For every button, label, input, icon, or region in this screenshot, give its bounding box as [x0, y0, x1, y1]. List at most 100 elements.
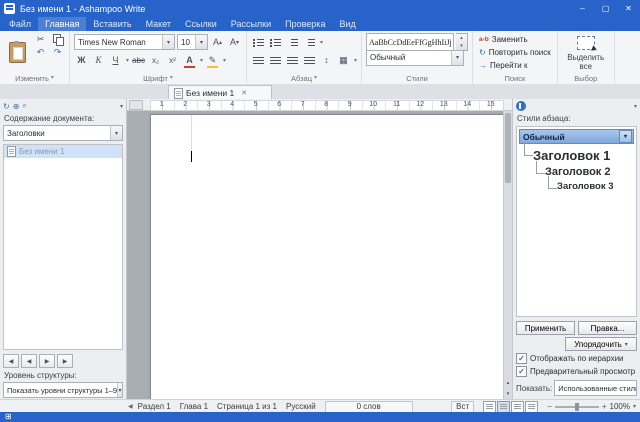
decrease-indent-button[interactable]	[285, 35, 300, 50]
last-heading-button[interactable]: ▶	[57, 354, 73, 368]
strikethrough-button[interactable]: abc	[131, 53, 146, 68]
vertical-scrollbar[interactable]	[503, 111, 512, 377]
font-size-select[interactable]: 10 ▾	[177, 34, 208, 50]
checkbox-box[interactable]: ✓	[516, 366, 527, 377]
grow-font-button[interactable]: А▴	[210, 35, 225, 50]
page[interactable]	[150, 114, 504, 399]
apply-style-button[interactable]: Применить	[516, 321, 575, 335]
chevron-down-icon[interactable]: ▾	[162, 35, 174, 49]
shrink-font-button[interactable]: А▾	[227, 35, 242, 50]
scroll-left-icon[interactable]: ◀	[128, 403, 133, 410]
zoom-out-icon[interactable]: −	[547, 402, 552, 411]
font-color-button[interactable]: А	[182, 53, 197, 68]
start-button[interactable]: ⊞	[0, 412, 17, 422]
highlight-options-icon[interactable]: ▾	[223, 57, 226, 64]
view-fullscreen-button[interactable]	[525, 401, 538, 413]
current-style-select[interactable]: Обычный ▾	[366, 50, 464, 66]
italic-button[interactable]: К	[91, 53, 106, 68]
next-heading-button[interactable]: ▶	[39, 354, 55, 368]
view-print-layout-button[interactable]	[497, 401, 510, 413]
list-options-icon[interactable]: ▾	[320, 39, 323, 46]
repeat-search-button[interactable]: ↻ Повторить поиск	[477, 46, 553, 59]
borders-options-icon[interactable]: ▾	[354, 57, 357, 64]
tab-close-icon[interactable]: ✕	[241, 89, 247, 97]
zoom-level[interactable]: 100%	[610, 402, 630, 411]
bold-button[interactable]: Ж	[74, 53, 89, 68]
style-item-heading2[interactable]: Заголовок 2	[545, 166, 634, 178]
status-chapter[interactable]: Глава 1	[180, 402, 208, 411]
styles-panel-icon[interactable]	[516, 101, 526, 111]
status-page[interactable]: Страница 1 из 1	[217, 402, 277, 411]
tab-mailings[interactable]: Рассылки	[224, 17, 278, 31]
document-tab[interactable]: Без имени 1 ✕	[168, 85, 272, 100]
chevron-down-icon[interactable]: ▾	[451, 51, 463, 65]
outline-level-select[interactable]: Показать уровни структуры 1–9 ▾	[3, 382, 123, 398]
align-left-button[interactable]	[251, 53, 266, 68]
paste-button[interactable]	[4, 33, 30, 71]
undo-icon[interactable]: ↶	[33, 45, 48, 60]
align-right-button[interactable]	[285, 53, 300, 68]
justify-button[interactable]	[302, 53, 317, 68]
underline-options-icon[interactable]: ▾	[126, 57, 129, 64]
status-section[interactable]: Раздел 1	[138, 402, 171, 411]
close-icon[interactable]: ✕	[617, 0, 640, 17]
group-launcher-icon[interactable]: ▾	[170, 73, 173, 84]
font-color-options-icon[interactable]: ▾	[200, 57, 203, 64]
maximize-icon[interactable]: ▢	[594, 0, 617, 17]
document-canvas[interactable]: ▴ ▾	[127, 111, 512, 399]
chevron-down-icon[interactable]: ▾	[195, 35, 207, 49]
font-name-select[interactable]: Times New Roman ▾	[74, 34, 175, 50]
group-launcher-icon[interactable]: ▾	[51, 73, 54, 84]
previous-heading-button[interactable]: ◀	[21, 354, 37, 368]
show-styles-select[interactable]: Использованные стили ▾	[554, 380, 637, 396]
first-heading-button[interactable]: ◀	[3, 354, 19, 368]
zoom-options-icon[interactable]: ▾	[633, 403, 636, 410]
view-web-button[interactable]	[511, 401, 524, 413]
tab-layout[interactable]: Макет	[139, 17, 178, 31]
arrange-button[interactable]: Упорядочить ▾	[565, 337, 637, 351]
locate-icon[interactable]: ⊕	[13, 102, 20, 111]
hierarchy-checkbox[interactable]: ✓ Отображать по иерархии	[516, 353, 637, 364]
zoom-slider-thumb[interactable]	[575, 403, 579, 411]
redo-icon[interactable]: ↷	[50, 45, 65, 60]
preview-checkbox[interactable]: ✓ Предварительный просмотр	[516, 366, 637, 377]
scrollbar-thumb[interactable]	[505, 113, 511, 183]
tab-file[interactable]: Файл	[2, 17, 38, 31]
superscript-button[interactable]: x²	[165, 53, 180, 68]
previous-page-icon[interactable]: ▴	[504, 377, 512, 388]
style-options-icon[interactable]: ▾	[619, 130, 632, 143]
panel-menu-icon[interactable]: ▾	[120, 103, 123, 110]
subscript-button[interactable]: x₂	[148, 53, 163, 68]
tree-item-document[interactable]: Без имени 1	[4, 145, 122, 158]
next-page-icon[interactable]: ▾	[504, 388, 512, 399]
numbered-list-button[interactable]	[268, 35, 283, 50]
view-normal-button[interactable]	[483, 401, 496, 413]
style-item-heading1[interactable]: Заголовок 1	[533, 148, 634, 163]
replace-button[interactable]: a-b Заменить	[477, 33, 553, 46]
chevron-down-icon[interactable]: ▾	[110, 126, 122, 140]
tab-review[interactable]: Проверка	[278, 17, 332, 31]
bullet-list-button[interactable]	[251, 35, 266, 50]
chevron-down-icon[interactable]: ▾	[117, 383, 122, 397]
copy-button[interactable]	[50, 32, 65, 47]
zoom-in-icon[interactable]: +	[602, 402, 607, 411]
group-launcher-icon[interactable]: ▾	[314, 73, 317, 84]
scroll-up-icon[interactable]: ▴	[456, 34, 467, 42]
search-icon[interactable]: ⌕	[22, 101, 26, 111]
style-item-normal[interactable]: Обычный ▾	[519, 129, 634, 144]
edit-style-button[interactable]: Правка...	[578, 321, 637, 335]
tab-insert[interactable]: Вставить	[86, 17, 138, 31]
minimize-icon[interactable]: –	[571, 0, 594, 17]
zoom-slider[interactable]	[555, 406, 599, 408]
select-all-button[interactable]: Выделить все	[562, 53, 610, 71]
tab-view[interactable]: Вид	[332, 17, 362, 31]
highlight-button[interactable]: ✎	[205, 53, 220, 68]
increase-indent-button[interactable]	[302, 35, 317, 50]
status-insert-mode[interactable]: Вст	[451, 401, 474, 413]
panel-options-icon[interactable]: ▾	[634, 103, 637, 110]
align-center-button[interactable]	[268, 53, 283, 68]
tab-stop-selector[interactable]	[129, 100, 143, 110]
status-word-count[interactable]: 0 слов	[325, 401, 413, 413]
tab-home[interactable]: Главная	[38, 17, 86, 31]
borders-button[interactable]: ▦	[336, 53, 351, 68]
